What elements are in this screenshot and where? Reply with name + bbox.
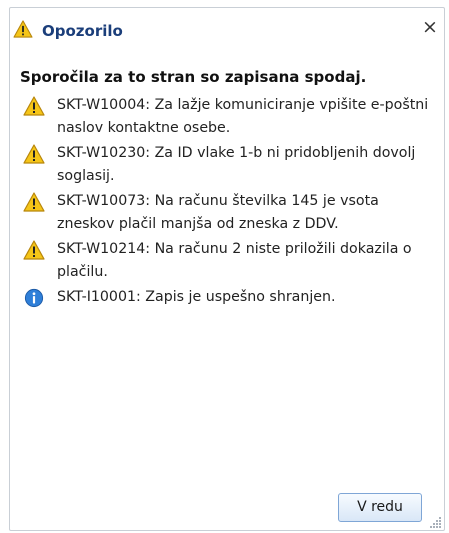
message-item: SKT-W10073: Na računu številka 145 je vs… [20, 190, 440, 236]
dialog-title: Opozorilo [42, 22, 123, 40]
warning-icon [23, 96, 45, 116]
resize-grip-icon[interactable] [430, 516, 442, 528]
warning-icon [23, 192, 45, 212]
message-text: SKT-W10214: Na računu 2 niste priložili … [57, 241, 412, 280]
close-icon[interactable]: × [422, 18, 438, 37]
message-list: SKT-W10004: Za lažje komuniciranje vpiši… [20, 94, 440, 311]
warning-icon [23, 144, 45, 164]
message-item: SKT-I10001: Zapis je uspešno shranjen. [20, 286, 440, 309]
message-item: SKT-W10230: Za ID vlake 1-b ni pridoblje… [20, 142, 440, 188]
warning-dialog: Opozorilo × Sporočila za to stran so zap… [9, 7, 445, 531]
message-item: SKT-W10004: Za lažje komuniciranje vpiši… [20, 94, 440, 140]
warning-icon [13, 20, 33, 38]
message-text: SKT-W10230: Za ID vlake 1-b ni pridoblje… [57, 145, 416, 184]
info-icon [24, 288, 44, 308]
messages-heading: Sporočila za to stran so zapisana spodaj… [20, 68, 367, 86]
message-text: SKT-W10004: Za lažje komuniciranje vpiši… [57, 97, 429, 136]
message-text: SKT-W10073: Na računu številka 145 je vs… [57, 193, 379, 232]
message-item: SKT-W10214: Na računu 2 niste priložili … [20, 238, 440, 284]
warning-icon [23, 240, 45, 260]
dialog-titlebar[interactable]: Opozorilo × [10, 8, 444, 48]
ok-button[interactable]: V redu [338, 493, 422, 522]
message-text: SKT-I10001: Zapis je uspešno shranjen. [57, 289, 336, 305]
